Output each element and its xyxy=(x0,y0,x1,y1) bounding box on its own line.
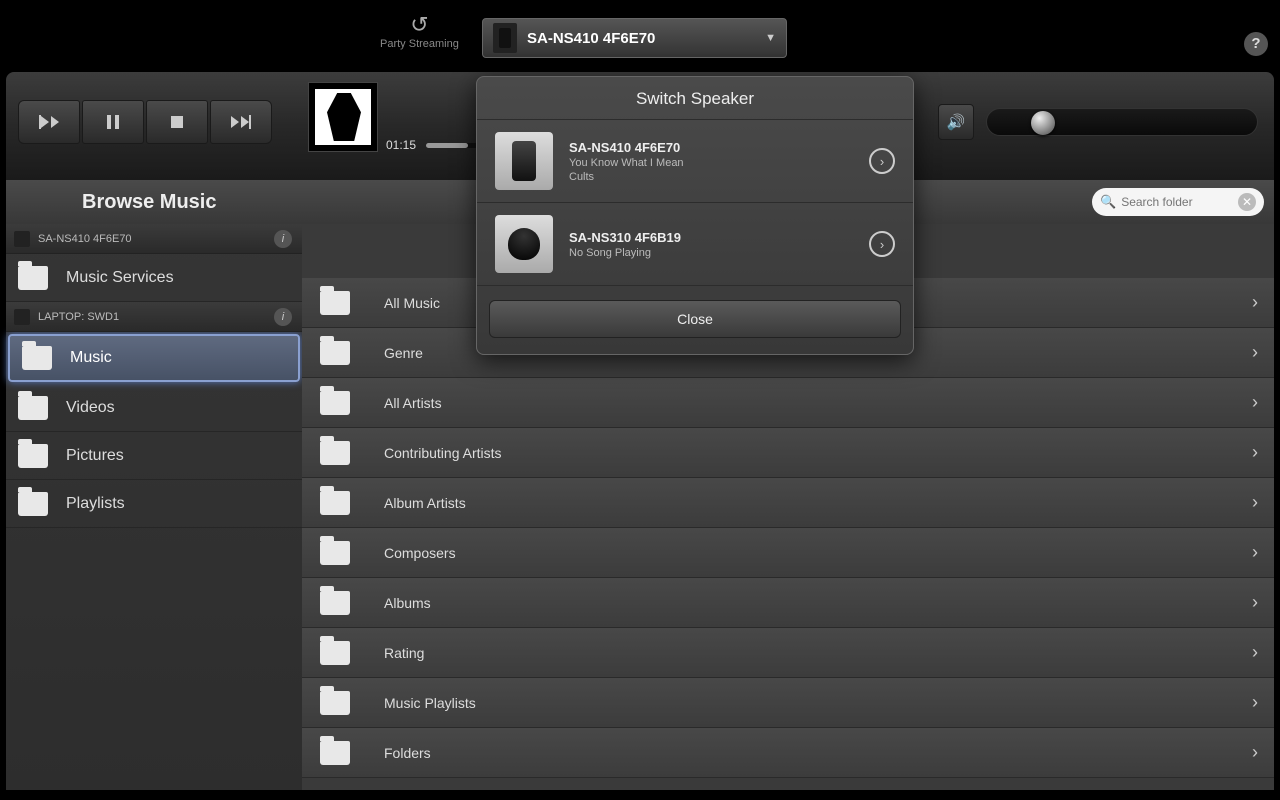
speaker-row[interactable]: SA-NS310 4F6B19 No Song Playing › xyxy=(477,203,913,286)
prev-button[interactable] xyxy=(18,100,80,144)
sidebar-label: Music xyxy=(70,349,112,367)
folder-icon xyxy=(320,641,350,665)
speaker-go-icon[interactable]: › xyxy=(869,148,895,174)
party-streaming-button[interactable]: ↺ Party Streaming xyxy=(380,12,459,50)
folder-row[interactable]: Folders › xyxy=(302,728,1274,778)
chevron-right-icon: › xyxy=(1252,342,1258,363)
folder-label: Contributing Artists xyxy=(384,445,502,461)
chevron-right-icon: › xyxy=(1252,442,1258,463)
speaker-name: SA-NS310 4F6B19 xyxy=(569,230,681,245)
speaker-icon xyxy=(493,23,517,53)
help-button[interactable]: ? xyxy=(1244,32,1268,56)
folder-icon xyxy=(320,291,350,315)
chevron-right-icon: › xyxy=(1252,292,1258,313)
sidebar-item-videos[interactable]: Videos xyxy=(6,384,302,432)
folder-label: Composers xyxy=(384,545,456,561)
device-selector[interactable]: SA-NS410 4F6E70 ▼ xyxy=(482,18,787,58)
switch-speaker-popup: Switch Speaker SA-NS410 4F6E70 You Know … xyxy=(476,76,914,355)
folder-label: Album Artists xyxy=(384,495,466,511)
info-icon[interactable]: i xyxy=(274,308,292,326)
speaker-track: You Know What I Mean xyxy=(569,157,684,169)
speaker-thumb-icon xyxy=(495,215,553,273)
folder-row[interactable]: Rating › xyxy=(302,628,1274,678)
sidebar-item-playlists[interactable]: Playlists xyxy=(6,480,302,528)
folder-label: Albums xyxy=(384,595,431,611)
folder-icon xyxy=(320,541,350,565)
chevron-right-icon: › xyxy=(1252,392,1258,413)
speaker-go-icon[interactable]: › xyxy=(869,231,895,257)
server-name-1: SA-NS410 4F6E70 xyxy=(38,233,132,245)
pause-button[interactable] xyxy=(82,100,144,144)
speaker-artist: Cults xyxy=(569,171,684,183)
folder-icon xyxy=(320,391,350,415)
speaker-name: SA-NS410 4F6E70 xyxy=(569,140,684,155)
folder-icon xyxy=(320,341,350,365)
folder-icon xyxy=(18,492,48,516)
chevron-right-icon: › xyxy=(1252,742,1258,763)
sidebar-item-pictures[interactable]: Pictures xyxy=(6,432,302,480)
sidebar-item-music[interactable]: Music xyxy=(8,334,300,382)
search-input[interactable] xyxy=(1121,195,1238,209)
chevron-right-icon: › xyxy=(1252,642,1258,663)
server-name-2: LAPTOP: SWD1 xyxy=(38,311,119,323)
sidebar-label: Pictures xyxy=(66,447,124,465)
folder-icon xyxy=(22,346,52,370)
chevron-right-icon: › xyxy=(1252,542,1258,563)
sidebar-label: Playlists xyxy=(66,495,125,513)
search-box[interactable]: 🔍 ✕ xyxy=(1092,188,1264,216)
folder-icon xyxy=(18,266,48,290)
sidebar-label: Videos xyxy=(66,399,115,417)
close-button[interactable]: Close xyxy=(489,300,901,338)
volume-button[interactable]: 🔊 xyxy=(938,104,974,140)
sidebar: SA-NS410 4F6E70 i Music Services LAPTOP:… xyxy=(6,224,302,790)
popup-title: Switch Speaker xyxy=(477,77,913,120)
speaker-row[interactable]: SA-NS410 4F6E70 You Know What I Mean Cul… xyxy=(477,120,913,203)
speaker-mini-icon xyxy=(14,231,30,247)
folder-label: Genre xyxy=(384,345,423,361)
chevron-right-icon: › xyxy=(1252,692,1258,713)
folder-icon xyxy=(320,741,350,765)
party-label: Party Streaming xyxy=(380,38,459,50)
folder-row[interactable]: Composers › xyxy=(302,528,1274,578)
folder-label: All Music xyxy=(384,295,440,311)
speaker-thumb-icon xyxy=(495,132,553,190)
sidebar-item-music-services[interactable]: Music Services xyxy=(6,254,302,302)
server-header-2[interactable]: LAPTOP: SWD1 i xyxy=(6,302,302,332)
chevron-right-icon: › xyxy=(1252,492,1258,513)
folder-icon xyxy=(320,491,350,515)
elapsed-time: 01:15 xyxy=(386,138,416,152)
search-icon: 🔍 xyxy=(1100,194,1116,210)
chevron-right-icon: › xyxy=(1252,592,1258,613)
folder-label: All Artists xyxy=(384,395,442,411)
device-name: SA-NS410 4F6E70 xyxy=(527,30,765,47)
sidebar-label: Music Services xyxy=(66,269,174,287)
folder-label: Folders xyxy=(384,745,431,761)
folder-row[interactable]: All Artists › xyxy=(302,378,1274,428)
album-art xyxy=(308,82,378,152)
info-icon[interactable]: i xyxy=(274,230,292,248)
folder-label: Rating xyxy=(384,645,424,661)
clear-search-icon[interactable]: ✕ xyxy=(1238,193,1256,211)
folder-row[interactable]: Contributing Artists › xyxy=(302,428,1274,478)
folder-row[interactable]: Music Playlists › xyxy=(302,678,1274,728)
volume-knob[interactable] xyxy=(1031,111,1055,135)
server-header-1[interactable]: SA-NS410 4F6E70 i xyxy=(6,224,302,254)
stop-button[interactable] xyxy=(146,100,208,144)
speaker-status: No Song Playing xyxy=(569,247,681,259)
laptop-mini-icon xyxy=(14,309,30,325)
dropdown-icon: ▼ xyxy=(765,32,776,44)
folder-row[interactable]: Album Artists › xyxy=(302,478,1274,528)
folder-icon xyxy=(320,591,350,615)
next-button[interactable] xyxy=(210,100,272,144)
folder-row[interactable]: Albums › xyxy=(302,578,1274,628)
folder-icon xyxy=(320,441,350,465)
folder-label: Music Playlists xyxy=(384,695,476,711)
volume-slider[interactable] xyxy=(986,108,1258,136)
folder-icon xyxy=(320,691,350,715)
folder-icon xyxy=(18,444,48,468)
browse-title: Browse Music xyxy=(82,191,216,214)
party-icon: ↺ xyxy=(380,12,459,38)
folder-icon xyxy=(18,396,48,420)
